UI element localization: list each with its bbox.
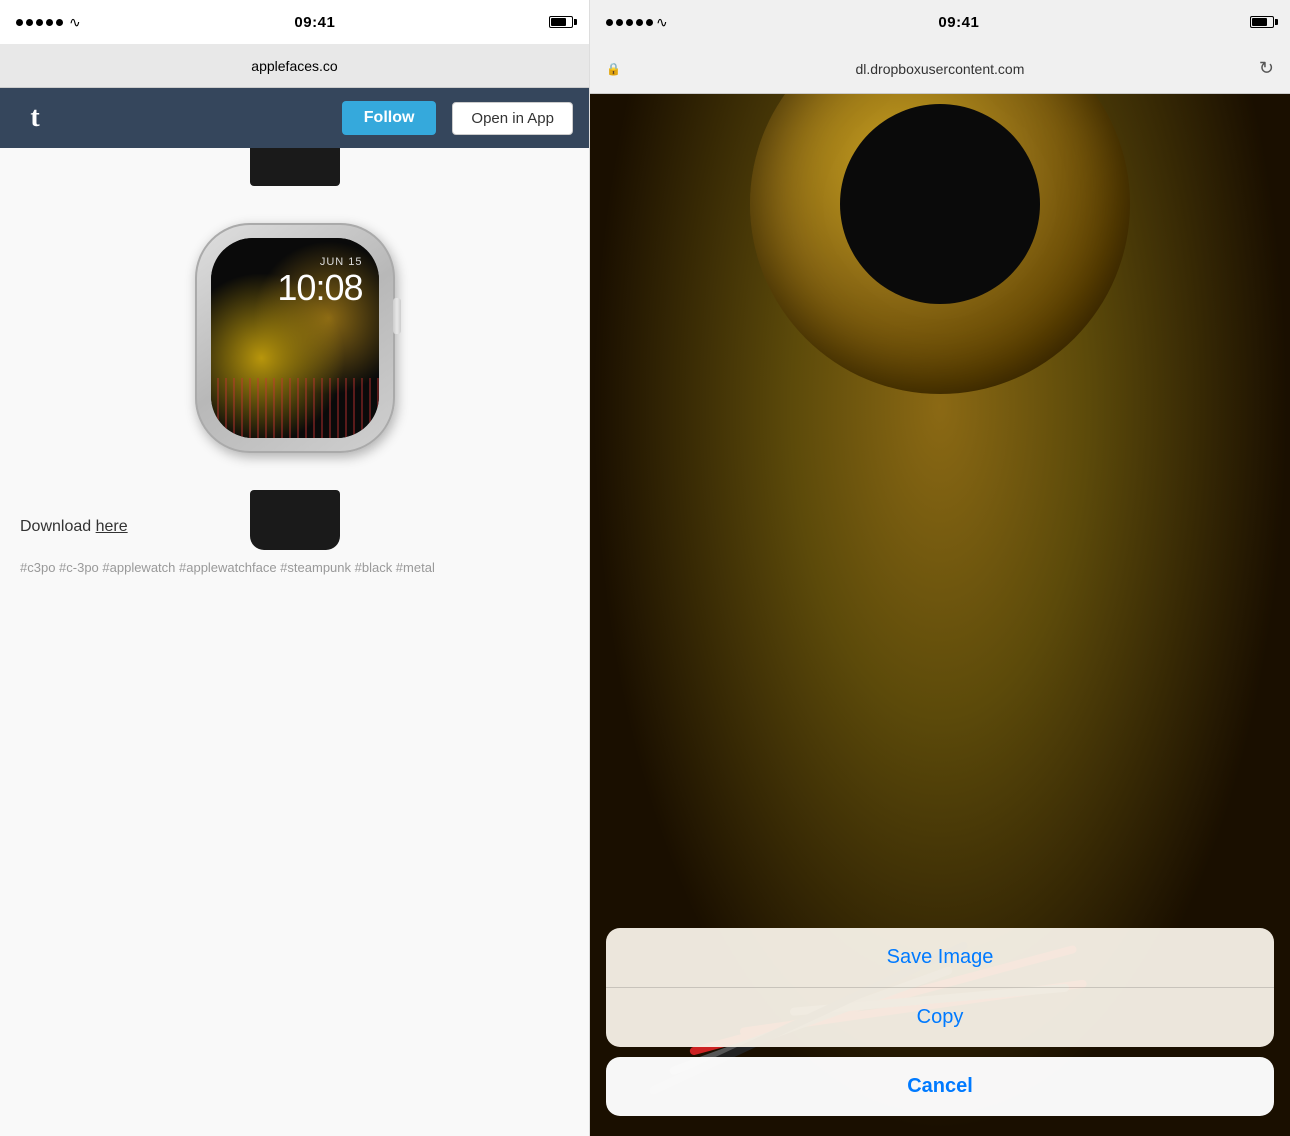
signal-dots-right: ∿ bbox=[606, 14, 668, 31]
right-url-text: dl.dropboxusercontent.com bbox=[629, 61, 1251, 77]
wifi-icon: ∿ bbox=[69, 14, 81, 31]
battery-icon-right bbox=[1250, 16, 1274, 28]
gear-circle bbox=[750, 94, 1130, 394]
download-text: Download bbox=[20, 518, 96, 535]
battery-icon bbox=[549, 16, 573, 28]
signal-dots bbox=[16, 19, 63, 26]
tumblr-logo-t-icon: t bbox=[30, 102, 39, 134]
url-bar-right[interactable]: 🔒 dl.dropboxusercontent.com ↻ bbox=[590, 44, 1290, 94]
watch-time-container: JUN 15 10:08 bbox=[227, 256, 363, 306]
follow-button[interactable]: Follow bbox=[342, 101, 437, 135]
content-area: JUN 15 10:08 Download here #c3po #c-3po … bbox=[0, 148, 589, 1136]
action-sheet-main-group: Save Image Copy bbox=[606, 928, 1274, 1047]
watch-strap-bottom bbox=[250, 490, 340, 550]
lock-icon: 🔒 bbox=[606, 62, 621, 76]
watch-time: 10:08 bbox=[227, 270, 363, 306]
battery-fill-right bbox=[1252, 18, 1267, 26]
save-image-button[interactable]: Save Image bbox=[606, 928, 1274, 988]
signal-dot-r2 bbox=[616, 19, 623, 26]
watch-strap-top bbox=[250, 148, 340, 186]
tags-section: #c3po #c-3po #applewatch #applewatchface… bbox=[0, 546, 589, 589]
signal-dot-r3 bbox=[626, 19, 633, 26]
status-bar-right: ∿ 09:41 bbox=[590, 0, 1290, 44]
left-panel: ∿ 09:41 applefaces.co t Follow Open in A… bbox=[0, 0, 590, 1136]
status-bar-left: ∿ 09:41 bbox=[0, 0, 589, 44]
right-time: 09:41 bbox=[938, 14, 979, 31]
refresh-icon[interactable]: ↻ bbox=[1259, 58, 1274, 79]
watch-crown bbox=[393, 298, 401, 334]
url-bar-left[interactable]: applefaces.co bbox=[0, 44, 589, 88]
gear-inner bbox=[840, 104, 1040, 304]
signal-dot-3 bbox=[36, 19, 43, 26]
battery-area bbox=[549, 16, 573, 28]
copy-button[interactable]: Copy bbox=[606, 988, 1274, 1047]
signal-dot-5 bbox=[56, 19, 63, 26]
wifi-icon-right: ∿ bbox=[656, 14, 668, 31]
cancel-button[interactable]: Cancel bbox=[606, 1057, 1274, 1116]
download-link[interactable]: here bbox=[96, 518, 128, 535]
signal-dot-2 bbox=[26, 19, 33, 26]
signal-dot-r1 bbox=[606, 19, 613, 26]
left-url-text: applefaces.co bbox=[251, 58, 337, 74]
watch-screen: JUN 15 10:08 bbox=[211, 238, 379, 438]
tags-text: #c3po #c-3po #applewatch #applewatchface… bbox=[20, 560, 435, 575]
action-sheet: Save Image Copy Cancel bbox=[590, 928, 1290, 1136]
signal-dot-r5 bbox=[646, 19, 653, 26]
watch-face-overlay bbox=[211, 378, 379, 438]
signal-area: ∿ bbox=[16, 14, 81, 31]
battery-area-right bbox=[1250, 16, 1274, 28]
action-sheet-cancel-group: Cancel bbox=[606, 1057, 1274, 1116]
watch-container: JUN 15 10:08 bbox=[165, 178, 425, 498]
signal-dot-4 bbox=[46, 19, 53, 26]
tumblr-header: t Follow Open in App bbox=[0, 88, 589, 148]
battery-fill bbox=[551, 18, 566, 26]
tumblr-logo: t bbox=[16, 99, 54, 137]
signal-dot-r4 bbox=[636, 19, 643, 26]
watch-case: JUN 15 10:08 bbox=[195, 223, 395, 453]
signal-dot-1 bbox=[16, 19, 23, 26]
right-panel: ∿ 09:41 🔒 dl.dropboxusercontent.com ↻ bbox=[590, 0, 1290, 1136]
left-time: 09:41 bbox=[294, 14, 335, 31]
open-in-app-button[interactable]: Open in App bbox=[452, 102, 573, 135]
